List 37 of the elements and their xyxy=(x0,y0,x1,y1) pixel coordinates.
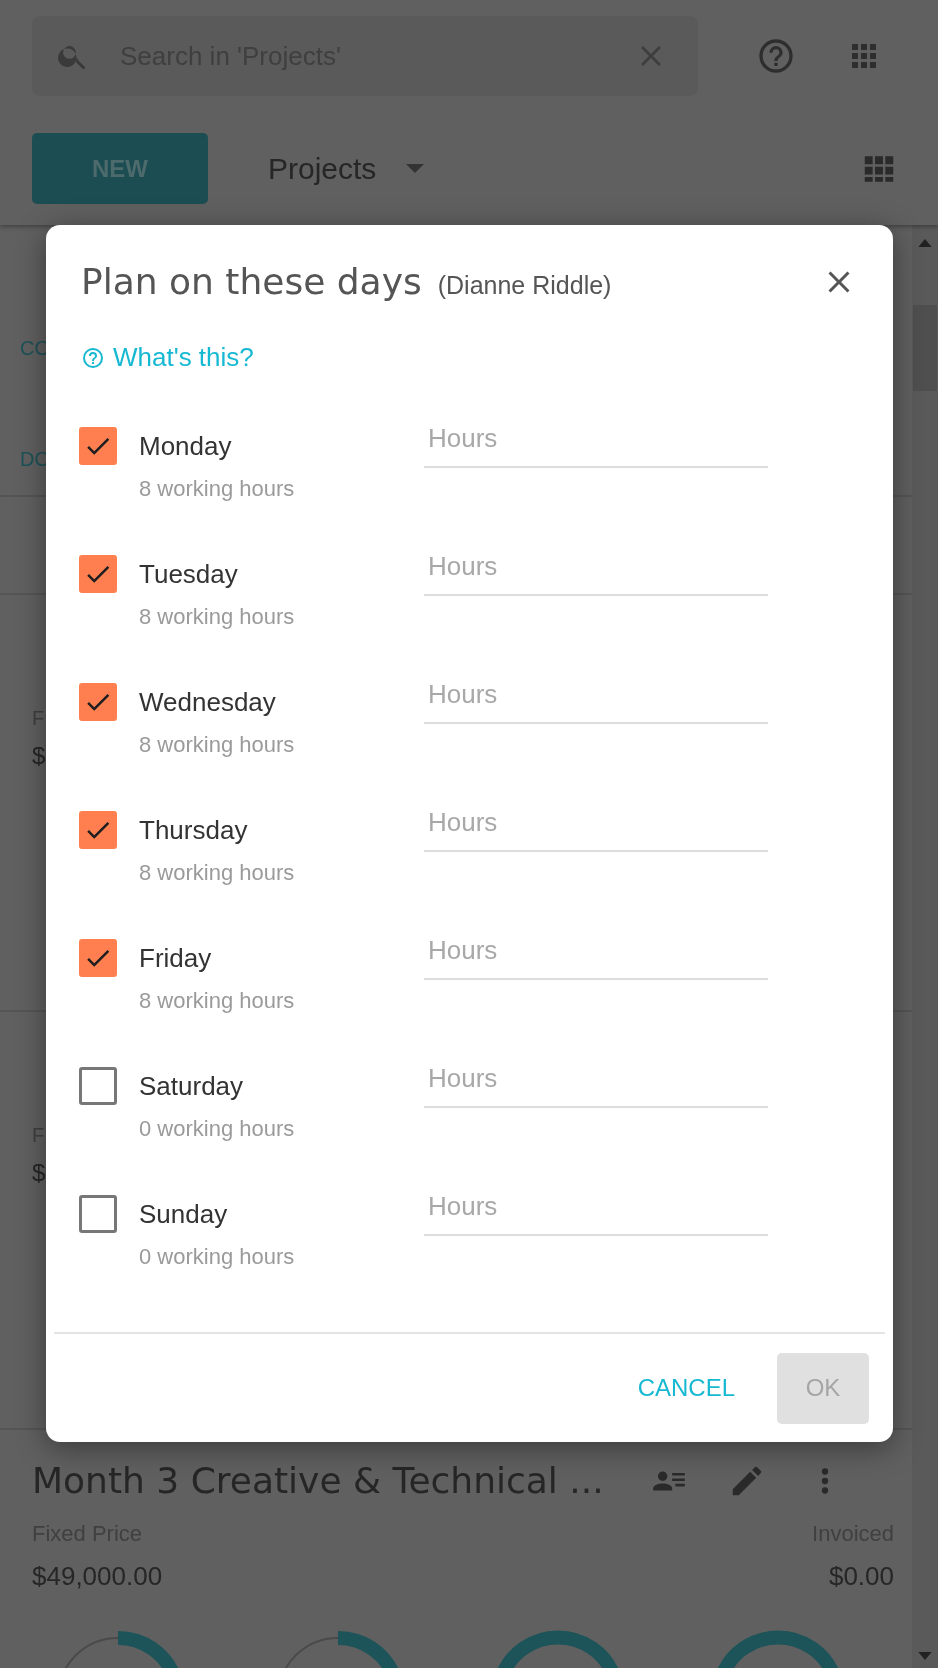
day-label: Tuesday xyxy=(139,559,239,590)
caret-icon xyxy=(406,164,425,173)
checkbox[interactable] xyxy=(79,683,117,721)
day-label: Wednesday xyxy=(139,687,277,718)
checkbox[interactable] xyxy=(79,1195,117,1233)
working-hours-note: 8 working hours xyxy=(139,860,296,886)
checkbox[interactable] xyxy=(79,1067,117,1105)
price-value: $49,000.00 xyxy=(32,1561,163,1592)
checkbox[interactable] xyxy=(79,427,117,465)
day-label: Thursday xyxy=(139,815,249,846)
project-title: Month 3 Creative & Technical ... xyxy=(32,1460,604,1501)
day-label: Friday xyxy=(139,943,213,974)
checkbox[interactable] xyxy=(79,939,117,977)
working-hours-note: 8 working hours xyxy=(139,476,296,502)
day-label: Monday xyxy=(139,431,233,462)
checkbox[interactable] xyxy=(79,555,117,593)
day-label: Sunday xyxy=(139,1199,229,1230)
dialog-subtitle: (Dianne Riddle) xyxy=(437,271,612,300)
invoiced-value: $0.00 xyxy=(828,1561,894,1592)
dialog-title: Plan on these days xyxy=(81,261,422,302)
view-dropdown[interactable]: Projects xyxy=(268,151,425,186)
scroll-up-icon[interactable] xyxy=(918,239,932,247)
working-hours-note: 0 working hours xyxy=(139,1244,296,1270)
working-hours-note: 8 working hours xyxy=(139,732,296,758)
working-hours-note: 0 working hours xyxy=(139,1116,296,1142)
working-hours-note: 8 working hours xyxy=(139,988,296,1014)
checkbox[interactable] xyxy=(79,811,117,849)
cancel-button[interactable]: CANCEL xyxy=(631,1373,741,1403)
help-icon[interactable] xyxy=(756,36,796,76)
day-label: Saturday xyxy=(139,1071,245,1102)
help-link[interactable]: What's this? xyxy=(81,342,254,373)
scrollbar[interactable] xyxy=(912,225,938,1668)
scroll-down-icon[interactable] xyxy=(918,1652,932,1660)
card-text: $ xyxy=(32,742,46,770)
help-icon xyxy=(81,345,105,370)
working-hours-note: 8 working hours xyxy=(139,604,296,630)
card-text: $ xyxy=(32,1159,46,1187)
